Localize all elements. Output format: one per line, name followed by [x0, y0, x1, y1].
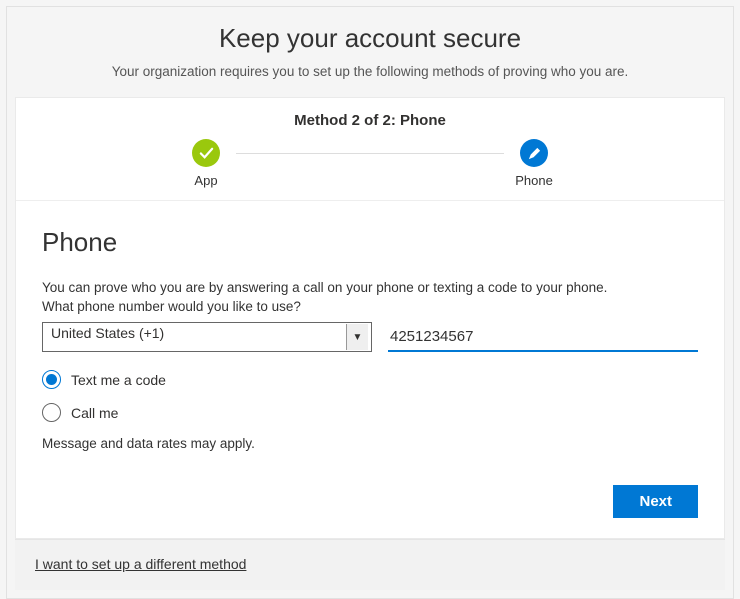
radio-call-me[interactable]: Call me [42, 403, 698, 422]
radio-label-text: Text me a code [71, 372, 166, 388]
phone-number-input[interactable] [388, 322, 698, 352]
country-select-wrap[interactable]: United States (+1) ▼ [42, 322, 372, 352]
radio-label-call: Call me [71, 405, 118, 421]
step-label-phone: Phone [515, 173, 553, 188]
page-container: Keep your account secure Your organizati… [6, 6, 734, 599]
check-icon [192, 139, 220, 167]
section-heading: Phone [42, 227, 698, 258]
step-connector [236, 153, 504, 154]
country-select[interactable]: United States (+1) [42, 322, 372, 352]
step-label-app: App [194, 173, 217, 188]
next-button[interactable]: Next [613, 485, 698, 518]
phone-inputs-row: United States (+1) ▼ [42, 322, 698, 352]
radio-text-code[interactable]: Text me a code [42, 370, 698, 389]
setup-card: Method 2 of 2: Phone App Phone Phone You… [15, 97, 725, 539]
page-subheading: Your organization requires you to set up… [23, 64, 717, 79]
footer: I want to set up a different method [15, 539, 725, 590]
page-title: Keep your account secure [23, 23, 717, 54]
step-phone: Phone [504, 139, 564, 188]
rates-note: Message and data rates may apply. [42, 436, 698, 451]
step-app: App [176, 139, 236, 188]
actions-row: Next [16, 469, 724, 538]
section-description: You can prove who you are by answering a… [42, 280, 698, 295]
pencil-icon [520, 139, 548, 167]
different-method-link[interactable]: I want to set up a different method [35, 556, 246, 572]
phone-prompt: What phone number would you like to use? [42, 299, 698, 314]
form-content: Phone You can prove who you are by answe… [16, 201, 724, 469]
radio-icon-checked [42, 370, 61, 389]
radio-icon-unchecked [42, 403, 61, 422]
page-header: Keep your account secure Your organizati… [7, 7, 733, 89]
stepper-title: Method 2 of 2: Phone [16, 98, 724, 139]
stepper: App Phone [16, 139, 724, 200]
